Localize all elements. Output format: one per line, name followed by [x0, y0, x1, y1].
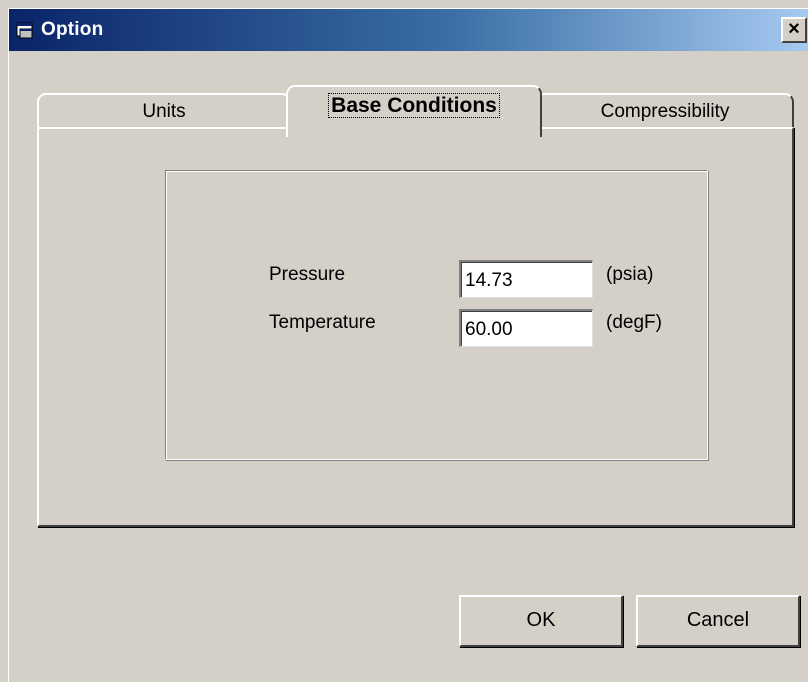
window-title: Option [41, 19, 104, 40]
tab-base-conditions[interactable]: Base Conditions [286, 85, 542, 137]
temperature-input[interactable]: 60.00 [459, 309, 593, 347]
cancel-button[interactable]: Cancel [636, 595, 800, 647]
ok-button[interactable]: OK [459, 595, 623, 647]
temperature-label: Temperature [269, 312, 376, 333]
pressure-input[interactable]: 14.73 [459, 260, 593, 298]
tab-compressibility-label: Compressibility [600, 101, 730, 122]
temperature-unit: (degF) [606, 312, 662, 333]
close-button[interactable]: × [781, 17, 807, 43]
title-bar[interactable]: Option × [9, 9, 808, 51]
tab-units-label: Units [142, 101, 186, 122]
pressure-label: Pressure [269, 264, 346, 285]
close-icon: × [788, 18, 800, 40]
pressure-unit: (psia) [606, 264, 654, 285]
tab-base-conditions-label: Base Conditions [328, 93, 500, 118]
app-icon [16, 22, 33, 39]
